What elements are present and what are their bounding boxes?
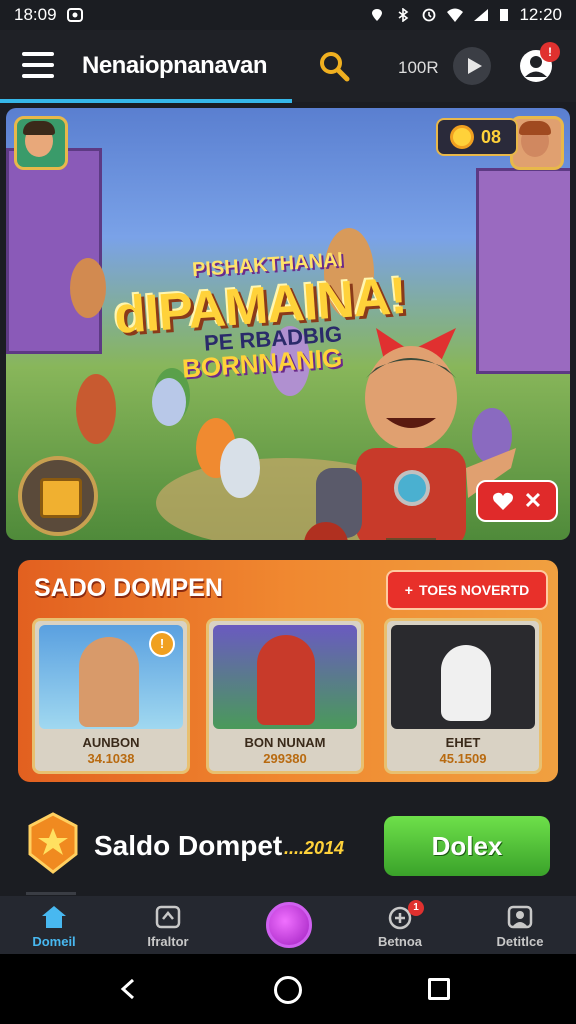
- featured-panel: SADO DOMPEN + TOES NOVERTD ! AUNBON 34.1…: [18, 560, 558, 782]
- signal-icon: [474, 9, 489, 21]
- card-art: [391, 625, 535, 729]
- panel-action-label: TOES NOVERTD: [418, 582, 530, 598]
- nav-label: Domeil: [32, 934, 76, 949]
- energy-counter: 08: [436, 118, 518, 156]
- panel-title: SADO DOMPEN: [34, 574, 223, 602]
- status-bar: 18:09 12:20: [0, 0, 576, 30]
- panel-action-button[interactable]: + TOES NOVERTD: [386, 570, 548, 610]
- notification-icon: [66, 8, 83, 22]
- load-progress-bar: [0, 99, 292, 103]
- card-name: EHET: [445, 735, 481, 750]
- bluetooth-icon: [398, 8, 409, 22]
- energy-count: 08: [480, 126, 502, 147]
- opponent-avatar[interactable]: [510, 116, 564, 170]
- nav-label: Ifraltor: [147, 934, 189, 949]
- character-art: [152, 378, 186, 426]
- profile-button[interactable]: !: [516, 42, 560, 86]
- menu-icon[interactable]: [22, 52, 54, 78]
- play-button[interactable]: [453, 47, 491, 85]
- card-value: 45.1509: [439, 751, 487, 766]
- status-clock: 12:20: [519, 5, 562, 24]
- profile-badge: !: [540, 42, 560, 62]
- app-bar: Nenaiopnanavan 100R !: [0, 30, 576, 102]
- coin-balance: 100R: [398, 58, 439, 77]
- system-navigation-bar: [0, 954, 576, 1024]
- card-name: AUNBON: [82, 735, 140, 750]
- nav-label: Detitlce: [496, 934, 544, 949]
- hero-banner[interactable]: PISHAKTHANAI dIPAMAINA! PE RBADBIG BORNN…: [6, 108, 570, 540]
- nav-item-home[interactable]: Domeil: [4, 896, 104, 954]
- status-time: 18:09: [14, 5, 57, 24]
- search-icon[interactable]: [318, 50, 350, 82]
- favorite-button[interactable]: ✕: [476, 480, 558, 522]
- character-art: [70, 258, 106, 318]
- alarm-icon: [423, 8, 436, 22]
- player-avatar[interactable]: [14, 116, 68, 170]
- card-name: BON NUNAM: [244, 735, 326, 750]
- background-house: [6, 148, 102, 354]
- person-icon: [507, 905, 533, 929]
- nav-item-filter[interactable]: Ifraltor: [118, 896, 218, 954]
- heart-icon: [492, 492, 513, 510]
- item-card[interactable]: ! AUNBON 34.1038: [32, 618, 190, 774]
- item-card[interactable]: BON NUNAM 299380: [206, 618, 364, 774]
- item-card[interactable]: EHET 45.1509: [384, 618, 542, 774]
- wallet-amount: ....2014: [284, 838, 345, 858]
- star-badge-icon: [28, 812, 78, 874]
- chest-icon: [40, 478, 82, 518]
- gamepad-icon: [155, 905, 181, 929]
- divider: [26, 892, 76, 895]
- bottom-navigation: Domeil Ifraltor 1 Betnoa Detitlce: [0, 896, 576, 954]
- character-art: [76, 374, 116, 444]
- card-tag: !: [149, 631, 175, 657]
- location-icon: [372, 9, 383, 21]
- home-icon: [42, 906, 66, 928]
- home-button-icon[interactable]: [274, 976, 302, 1004]
- card-art: [213, 625, 357, 729]
- wallet-row: Saldo Dompet ....2014 Dolex: [0, 800, 576, 890]
- back-icon[interactable]: [118, 978, 140, 1000]
- center-action-orb[interactable]: [266, 902, 312, 948]
- app-title: Nenaiopnanavan: [82, 52, 268, 79]
- treasure-chest-button[interactable]: [18, 456, 98, 536]
- close-icon[interactable]: ✕: [524, 488, 542, 514]
- wallet-action-button[interactable]: Dolex: [384, 816, 550, 876]
- wallet-label: Saldo Dompet: [94, 830, 283, 861]
- wifi-icon: [447, 8, 464, 22]
- nav-item-news[interactable]: 1 Betnoa: [350, 896, 450, 954]
- recent-apps-icon[interactable]: [428, 978, 450, 1000]
- card-value: 299380: [263, 751, 307, 766]
- character-art: [220, 438, 260, 498]
- plus-icon: +: [404, 582, 413, 598]
- nav-item-details[interactable]: Detitlce: [470, 896, 570, 954]
- battery-icon: [500, 9, 509, 21]
- card-value: 34.1038: [87, 751, 135, 766]
- sun-icon: [452, 128, 471, 146]
- nav-label: Betnoa: [377, 934, 423, 949]
- nav-badge: 1: [408, 900, 424, 916]
